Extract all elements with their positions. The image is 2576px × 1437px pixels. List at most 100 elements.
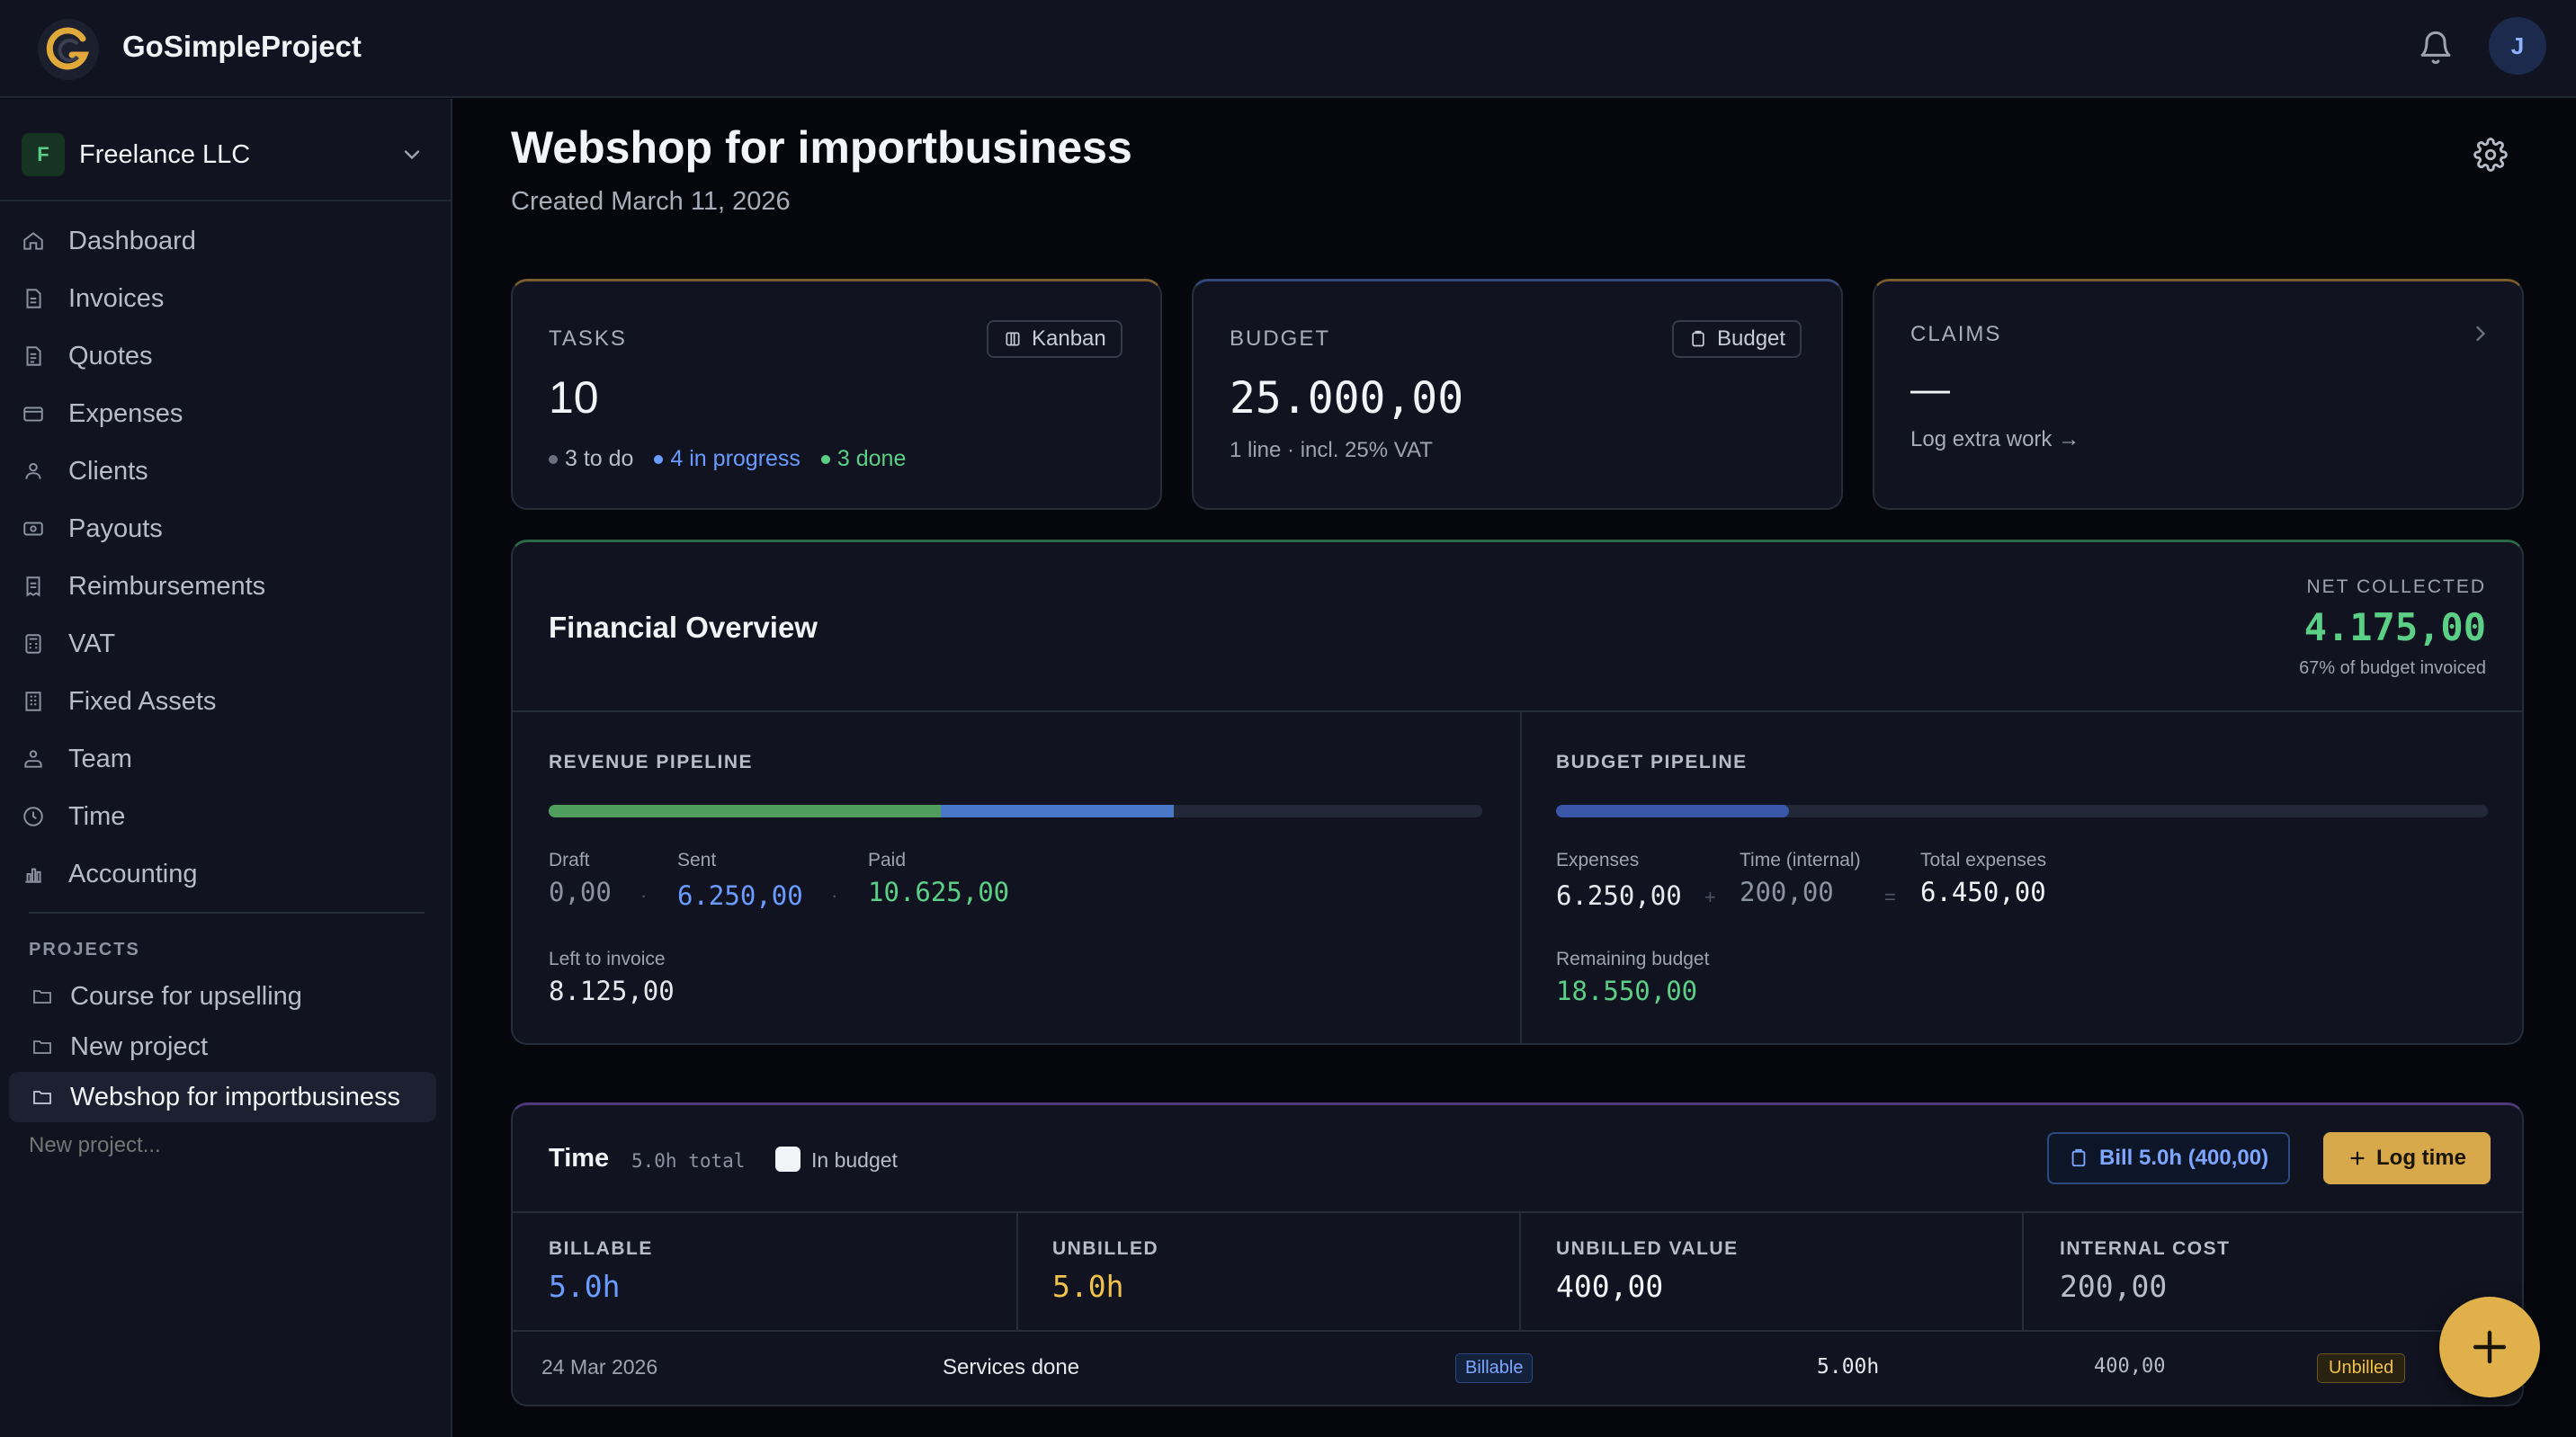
sidebar-item-label: Expenses	[68, 398, 183, 428]
sidebar-item-quotes[interactable]: Quotes	[18, 331, 432, 381]
sidebar-item-time[interactable]: Time	[18, 791, 432, 842]
budget-pipeline-label: BUDGET PIPELINE	[1556, 752, 1748, 772]
tasks-card: TASKS Kanban 10 3 to do 4 in progress 3 …	[511, 279, 1162, 510]
log-extra-work-link[interactable]: Log extra work →	[1910, 427, 2080, 452]
budget-used-fill	[1556, 805, 1789, 817]
log-time-button[interactable]: Log time	[2323, 1132, 2491, 1184]
divider	[1520, 712, 1522, 1045]
notifications-bell-icon[interactable]	[2418, 30, 2454, 66]
new-project-input[interactable]	[29, 1133, 407, 1158]
sidebar-item-label: Accounting	[68, 859, 198, 888]
folder-icon	[29, 1033, 56, 1060]
sidebar-item-fixed-assets[interactable]: Fixed Assets	[18, 676, 432, 727]
expenses-value: 6.250,00	[1556, 880, 1682, 911]
time-title: Time	[549, 1144, 610, 1173]
top-bar: GoSimpleProject J	[0, 0, 2576, 98]
org-switcher[interactable]: F Freelance LLC	[22, 128, 426, 178]
stat-unbilled: UNBILLED 5.0h	[1052, 1238, 1158, 1304]
budget-button[interactable]: Budget	[1672, 320, 1802, 358]
app-logo-icon[interactable]	[36, 17, 101, 82]
cash-icon	[18, 513, 49, 544]
project-item-new-project[interactable]: New project	[9, 1022, 436, 1072]
kanban-button[interactable]: Kanban	[987, 320, 1123, 358]
divider	[1519, 1213, 1521, 1330]
home-icon	[18, 226, 49, 256]
revenue-progress-bar	[549, 805, 1482, 817]
project-item-webshop[interactable]: Webshop for importbusiness	[9, 1072, 436, 1122]
add-fab-button[interactable]	[2439, 1297, 2540, 1397]
divider	[513, 710, 2522, 712]
paid-label: Paid	[868, 850, 907, 870]
sidebar-item-dashboard[interactable]: Dashboard	[18, 216, 432, 266]
left-to-invoice-value: 8.125,00	[549, 976, 675, 1006]
log-time-label: Log time	[2376, 1146, 2466, 1170]
sidebar-divider	[0, 200, 452, 201]
separator: ·	[640, 884, 648, 906]
claims-card[interactable]: CLAIMS — Log extra work →	[1873, 279, 2524, 510]
sidebar-item-accounting[interactable]: Accounting	[18, 849, 432, 899]
time-entry-row[interactable]: 24 Mar 2026 Services done Billable 5.00h…	[513, 1332, 2522, 1406]
sidebar-item-label: Dashboard	[68, 226, 196, 255]
plus-icon	[2348, 1148, 2367, 1168]
claims-label: CLAIMS	[1910, 322, 2002, 346]
tasks-status-summary: 3 to do 4 in progress 3 done	[549, 446, 906, 472]
revenue-paid-fill	[549, 805, 941, 817]
in-budget-checkbox[interactable]	[775, 1147, 801, 1172]
page-title: Webshop for importbusiness	[511, 122, 1132, 173]
sidebar-item-reimbursements[interactable]: Reimbursements	[18, 561, 432, 611]
left-to-invoice: Left to invoice 8.125,00	[549, 949, 675, 1006]
plus-sign: +	[1704, 886, 1716, 908]
plus-icon	[2468, 1325, 2511, 1369]
org-badge: F	[22, 133, 65, 176]
project-item-label: New project	[70, 1031, 209, 1061]
revenue-sent: Sent 6.250,00	[677, 850, 803, 911]
stat-value: 400,00	[1556, 1269, 1664, 1304]
remaining-budget-value: 18.550,00	[1556, 976, 1698, 1006]
time-stats-row: BILLABLE 5.0h UNBILLED 5.0h UNBILLED VAL…	[513, 1213, 2522, 1330]
clipboard-icon	[1688, 329, 1708, 349]
sidebar-item-clients[interactable]: Clients	[18, 446, 432, 496]
sidebar-item-payouts[interactable]: Payouts	[18, 504, 432, 554]
sidebar-item-label: Team	[68, 744, 132, 773]
stat-value: 200,00	[2060, 1269, 2168, 1304]
time-card: Time 5.0h total In budget Bill 5.0h (400…	[511, 1102, 2524, 1406]
revenue-draft: Draft 0,00	[549, 850, 612, 907]
time-total: 5.0h total	[631, 1150, 746, 1172]
revenue-sent-fill	[940, 805, 1175, 817]
kanban-icon	[1003, 329, 1023, 349]
financial-overview-title: Financial Overview	[549, 611, 818, 644]
budget-total-expenses: Total expenses 6.450,00	[1920, 850, 2046, 907]
sidebar-item-team[interactable]: Team	[18, 734, 432, 784]
sidebar-item-invoices[interactable]: Invoices	[18, 273, 432, 324]
stat-label: INTERNAL COST	[2060, 1238, 2231, 1259]
user-avatar[interactable]: J	[2489, 17, 2546, 75]
sidebar-item-vat[interactable]: VAT	[18, 619, 432, 669]
done-dot	[820, 455, 830, 465]
in-progress-dot	[654, 455, 664, 465]
entry-hours: 5.00h	[1817, 1355, 1880, 1379]
time-internal-label: Time (internal)	[1740, 850, 1861, 870]
settings-gear-icon[interactable]	[2473, 138, 2508, 172]
remaining-budget: Remaining budget 18.550,00	[1556, 949, 1709, 1006]
tasks-todo: 3 to do	[565, 446, 634, 471]
budget-progress-bar	[1556, 805, 2488, 817]
budget-note: 1 line · incl. 25% VAT	[1230, 438, 1433, 462]
project-item-label: Webshop for importbusiness	[70, 1082, 400, 1111]
stat-billable: BILLABLE 5.0h	[549, 1238, 653, 1304]
sidebar-item-expenses[interactable]: Expenses	[18, 388, 432, 439]
project-item-course-for-upselling[interactable]: Course for upselling	[9, 971, 436, 1022]
sidebar-item-label: Time	[68, 801, 126, 831]
team-icon	[18, 744, 49, 774]
folder-icon	[29, 983, 56, 1010]
separator: ·	[831, 884, 838, 906]
budget-time-internal: Time (internal) 200,00	[1740, 850, 1861, 907]
total-expenses-label: Total expenses	[1920, 850, 2047, 870]
todo-dot	[549, 455, 558, 465]
sidebar: F Freelance LLC Dashboard Invoices Quote…	[0, 99, 452, 1437]
bill-time-button[interactable]: Bill 5.0h (400,00)	[2047, 1132, 2291, 1184]
projects-heading: PROJECTS	[29, 940, 140, 959]
stat-value: 5.0h	[1052, 1269, 1124, 1304]
chevron-down-icon	[399, 142, 425, 167]
left-to-invoice-label: Left to invoice	[549, 949, 666, 969]
